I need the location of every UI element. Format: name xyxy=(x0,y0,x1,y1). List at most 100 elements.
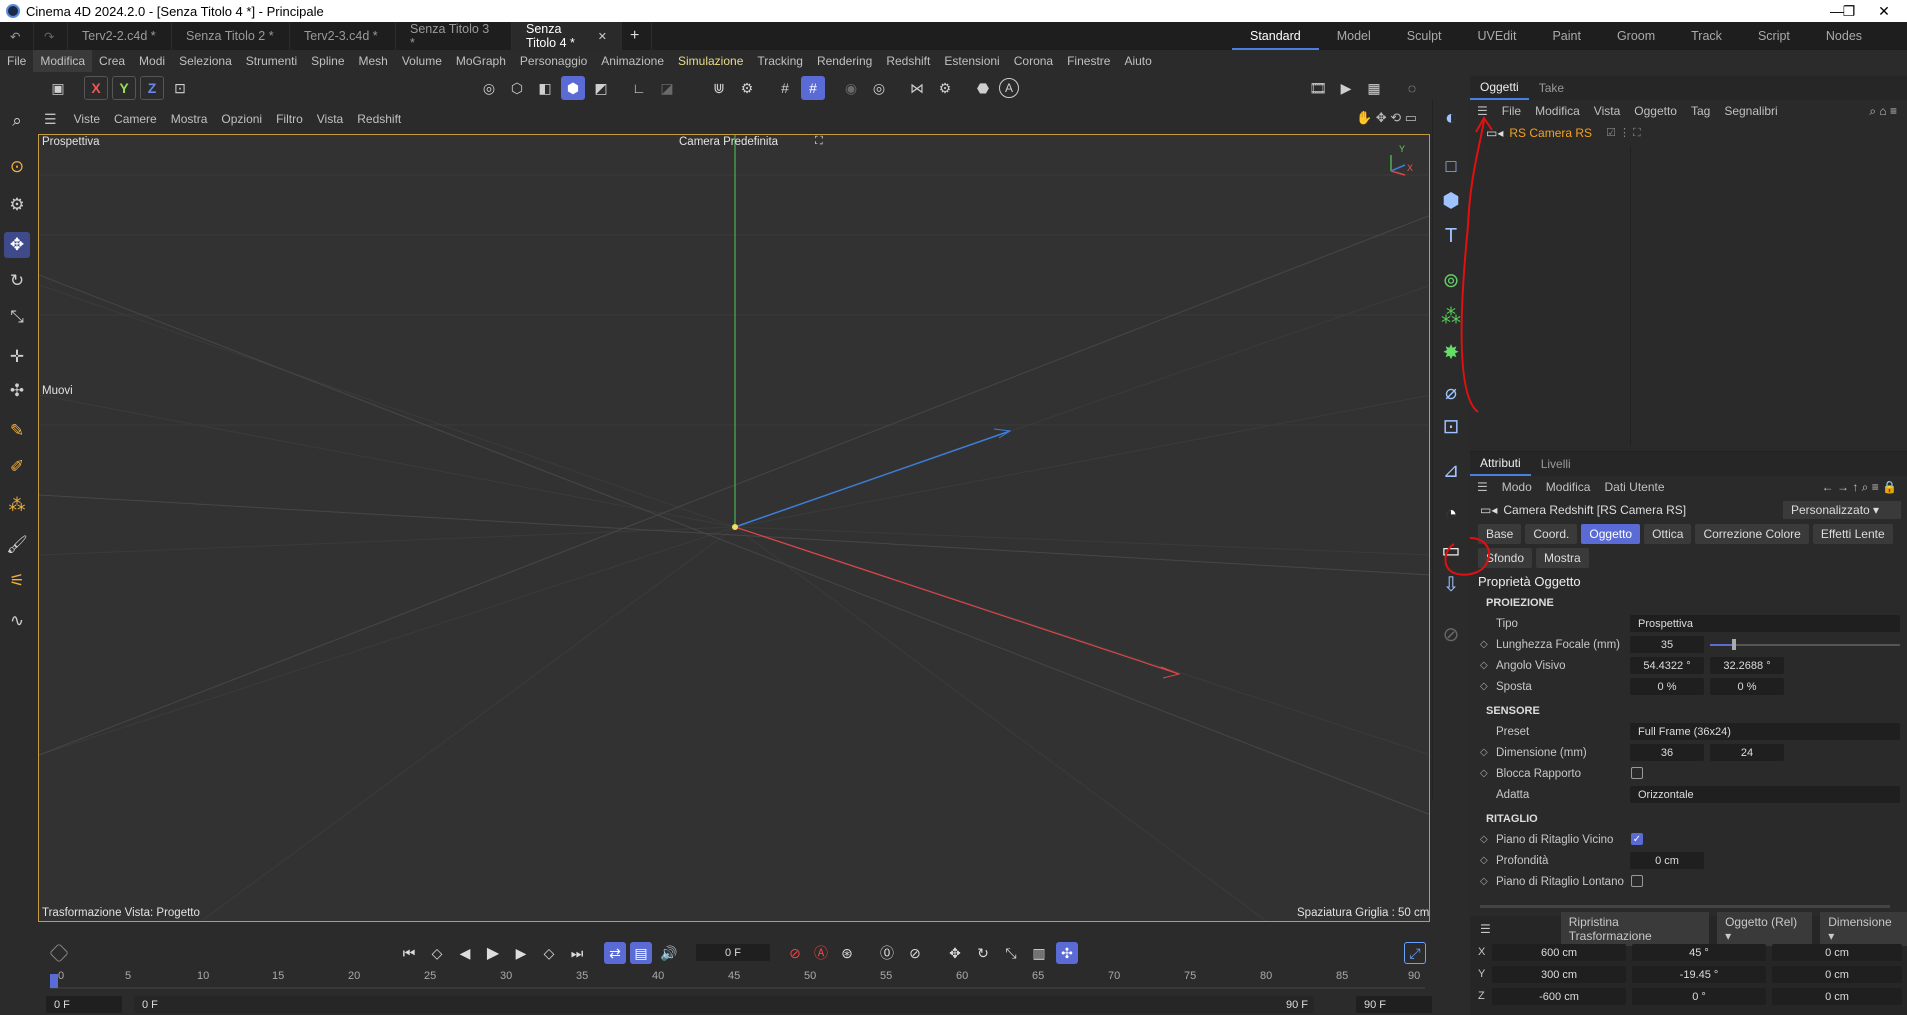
keyframe-diamond-icon[interactable]: ◇ xyxy=(1480,681,1492,692)
keyframe-selection-icon[interactable]: ⊛ xyxy=(836,942,858,964)
menu-rendering[interactable]: Rendering xyxy=(810,50,879,72)
keyframe-diamond-icon[interactable]: ◇ xyxy=(1480,834,1492,845)
tab-attributi[interactable]: Attributi xyxy=(1470,452,1531,476)
layout-groom[interactable]: Groom xyxy=(1599,22,1673,50)
undo-icon[interactable]: ↶ xyxy=(0,22,34,50)
disabled-pen-icon[interactable]: ⊘ xyxy=(1437,620,1465,648)
menu-animazione[interactable]: Animazione xyxy=(594,50,671,72)
render-region-icon[interactable]: 🎞 xyxy=(1306,76,1330,100)
attr-tab-effetti-lente[interactable]: Effetti Lente xyxy=(1812,524,1893,544)
menu-mograph[interactable]: MoGraph xyxy=(449,50,513,72)
go-to-end-icon[interactable]: ⏭ xyxy=(566,942,588,964)
dim-y-input[interactable]: 0 cm xyxy=(1772,966,1902,983)
keyframe-diamond-icon[interactable]: ◇ xyxy=(1480,768,1492,779)
adatta-dropdown[interactable]: Orizzontale xyxy=(1630,786,1900,803)
tipo-dropdown[interactable]: Prospettiva xyxy=(1630,615,1900,632)
snap-magnet-icon[interactable]: ⋓ xyxy=(707,76,731,100)
next-frame-icon[interactable]: ▶ xyxy=(510,942,532,964)
sensor-width-input[interactable]: 36 xyxy=(1630,744,1704,761)
attr-tab-oggetto[interactable]: Oggetto xyxy=(1581,524,1641,544)
axis-x-button[interactable]: X xyxy=(84,76,108,100)
viewport-menu-camere[interactable]: Camere xyxy=(107,112,164,126)
tab-livelli[interactable]: Livelli xyxy=(1531,452,1581,476)
spline-pen-icon[interactable]: ✎ xyxy=(4,418,30,444)
sensor-preset-dropdown[interactable]: Full Frame (36x24) xyxy=(1630,723,1900,740)
menu-mesh[interactable]: Mesh xyxy=(352,50,395,72)
symmetry-icon[interactable]: ⋈ xyxy=(905,76,929,100)
menu-strumenti[interactable]: Strumenti xyxy=(239,50,304,72)
menu-corona[interactable]: Corona xyxy=(1007,50,1060,72)
key-scale-icon[interactable]: ⤡ xyxy=(1000,942,1022,964)
viewport-menu-redshift[interactable]: Redshift xyxy=(350,112,408,126)
transform-tool-icon[interactable]: ✛ xyxy=(4,344,30,370)
sculpt-tool-icon[interactable]: ∿ xyxy=(4,608,30,634)
add-tab-icon[interactable]: + xyxy=(622,22,652,50)
viewport-menu-mostra[interactable]: Mostra xyxy=(164,112,215,126)
search-icon[interactable]: ⌕ xyxy=(4,108,30,134)
layout-nodes[interactable]: Nodes xyxy=(1808,22,1880,50)
layout-model[interactable]: Model xyxy=(1319,22,1389,50)
viewport-menu-opzioni[interactable]: Opzioni xyxy=(214,112,269,126)
spline-edit-icon[interactable]: ✐ xyxy=(4,454,30,480)
menu-modi[interactable]: Modi xyxy=(132,50,172,72)
menu-file[interactable]: File xyxy=(0,50,33,72)
viewport-menu-filtro[interactable]: Filtro xyxy=(269,112,310,126)
move-tool-icon[interactable]: ✥ xyxy=(4,232,30,258)
polygon-pen-icon[interactable]: ⬣ xyxy=(971,76,995,100)
polygons-mode-icon[interactable]: ◧ xyxy=(533,76,557,100)
uv-mode-icon[interactable]: ◩ xyxy=(589,76,613,100)
loop-icon[interactable]: ⇄ xyxy=(604,942,626,964)
start-frame-input[interactable]: 0 F xyxy=(46,996,122,1013)
menu-estensioni[interactable]: Estensioni xyxy=(937,50,1006,72)
object-tags-icon[interactable]: ☑ ⋮ ⛶ xyxy=(1606,126,1641,140)
focale-input[interactable]: 35 xyxy=(1630,636,1704,653)
sensor-height-input[interactable]: 24 xyxy=(1710,744,1784,761)
texture-mode-icon[interactable]: ◪ xyxy=(655,76,679,100)
rot-y-input[interactable]: -19.45 ° xyxy=(1632,966,1766,983)
ritaglio-lontano-checkbox[interactable] xyxy=(1631,875,1643,887)
edges-mode-icon[interactable]: ⬡ xyxy=(505,76,529,100)
coords-size-dropdown[interactable]: Dimensione ▾ xyxy=(1820,912,1907,946)
snap-settings-icon[interactable]: ⚙ xyxy=(735,76,759,100)
attributes-menu-icon[interactable]: ☰ xyxy=(1470,480,1495,494)
edit-mode-icon[interactable]: ▣ xyxy=(46,76,70,100)
autokey-icon[interactable]: Ⓐ xyxy=(810,942,832,964)
attr-tab-correzione-colore[interactable]: Correzione Colore xyxy=(1695,524,1809,544)
key-position-icon[interactable]: ✥ xyxy=(944,942,966,964)
auto-icon[interactable]: A xyxy=(999,78,1019,98)
profondita-input[interactable]: 0 cm xyxy=(1630,852,1704,869)
objects-menu-segnalibri[interactable]: Segnalibri xyxy=(1717,104,1784,118)
focale-slider-track[interactable] xyxy=(1710,644,1900,646)
pos-z-input[interactable]: -600 cm xyxy=(1492,988,1626,1005)
keyframe-diamond-icon[interactable]: ◇ xyxy=(1480,747,1492,758)
ritaglio-vicino-checkbox[interactable]: ✓ xyxy=(1631,833,1643,845)
close-window-button[interactable]: ✕ xyxy=(1861,0,1907,22)
record-icon[interactable]: ⊘ xyxy=(784,942,806,964)
timeline-settings-icon[interactable]: ⊘ xyxy=(904,942,926,964)
attributes-menu-modifica[interactable]: Modifica xyxy=(1539,480,1598,494)
motion-record-icon[interactable]: ⓪ xyxy=(876,942,898,964)
viewport-nav-icons[interactable]: ✋ ✥ ⟲ ▭ xyxy=(1356,110,1417,126)
frame-ruler[interactable]: 0 5 10 15 20 25 30 35 40 45 50 55 60 65 … xyxy=(50,970,1425,992)
preset-dropdown[interactable]: Personalizzato ▾ xyxy=(1783,501,1901,519)
attributes-scrollbar[interactable] xyxy=(1480,905,1890,908)
menu-seleziona[interactable]: Seleziona xyxy=(172,50,239,72)
angolo-v-input[interactable]: 32.2688 ° xyxy=(1710,657,1784,674)
tab-senza-titolo-4[interactable]: Senza Titolo 4 * ✕ xyxy=(512,22,622,50)
soft-settings-icon[interactable]: ◎ xyxy=(867,76,891,100)
layout-paint[interactable]: Paint xyxy=(1534,22,1599,50)
sposta-x-input[interactable]: 0 % xyxy=(1630,678,1704,695)
play-icon[interactable]: ▶ xyxy=(482,942,504,964)
spline-brush-icon[interactable]: ⁂ xyxy=(4,492,30,518)
dim-z-input[interactable]: 0 cm xyxy=(1772,988,1902,1005)
model-mode-icon[interactable]: ⬢ xyxy=(561,76,585,100)
camera-label[interactable]: Camera Predefinita xyxy=(679,136,778,148)
viewport-menu-icon[interactable]: ☰ xyxy=(34,111,67,128)
tab-take[interactable]: Take xyxy=(1529,76,1574,100)
close-tab-icon[interactable]: ✕ xyxy=(598,30,607,43)
end-frame-input[interactable]: 90 F xyxy=(1356,996,1432,1013)
soft-selection-icon[interactable]: ◉ xyxy=(839,76,863,100)
scene-icon[interactable]: ⊿ xyxy=(1437,456,1465,484)
layout-sculpt[interactable]: Sculpt xyxy=(1389,22,1460,50)
focale-slider-handle[interactable] xyxy=(1732,639,1736,650)
